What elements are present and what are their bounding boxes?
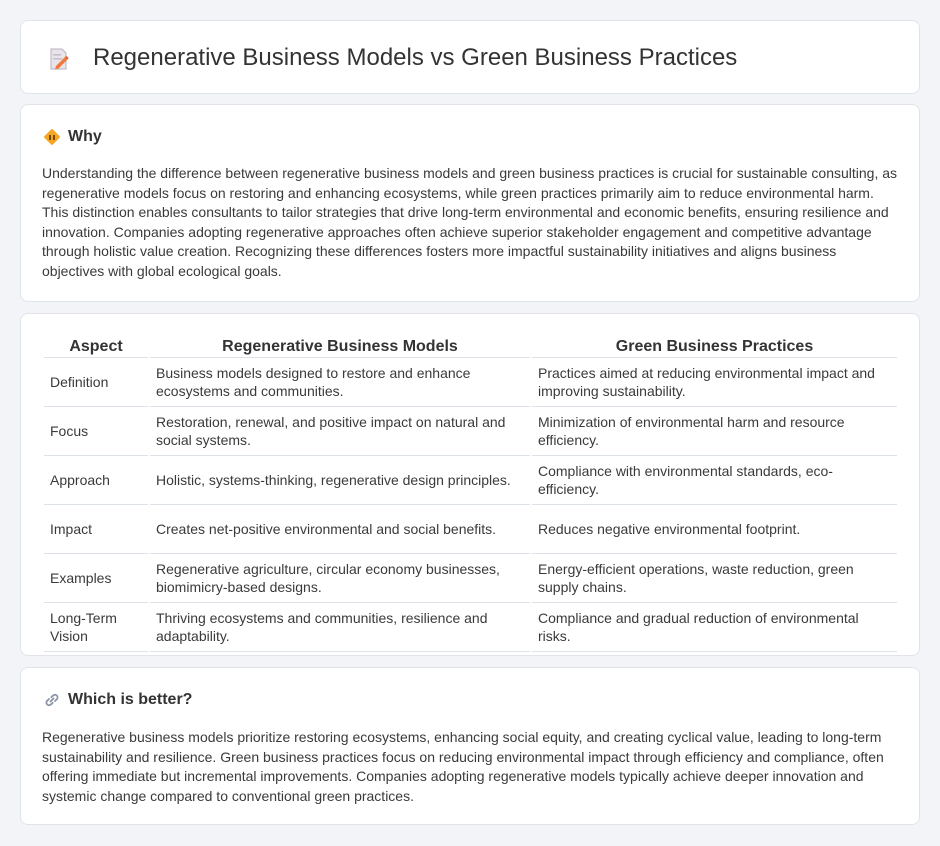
- table-row: Definition Business models designed to r…: [44, 358, 897, 407]
- table-row: Impact Creates net-positive environmenta…: [44, 505, 897, 554]
- cell-aspect: Impact: [44, 505, 148, 554]
- why-heading-row: Why: [43, 127, 102, 147]
- cell-regenerative: Business models designed to restore and …: [150, 358, 530, 407]
- cell-green: Reduces negative environmental footprint…: [532, 505, 897, 554]
- which-is-better-section: Which is better? Regenerative business m…: [20, 667, 920, 825]
- comparison-table: Aspect Regenerative Business Models Gree…: [42, 336, 899, 652]
- better-heading-row: Which is better?: [43, 690, 192, 710]
- cell-regenerative: Thriving ecosystems and communities, res…: [150, 603, 530, 652]
- table-row: Focus Restoration, renewal, and positive…: [44, 407, 897, 456]
- why-section: Why Understanding the difference between…: [20, 104, 920, 302]
- cell-regenerative: Regenerative agriculture, circular econo…: [150, 554, 530, 603]
- document-pencil-icon: [50, 48, 69, 70]
- header-green: Green Business Practices: [532, 336, 897, 358]
- cell-green: Practices aimed at reducing environmenta…: [532, 358, 897, 407]
- link-icon: [45, 693, 59, 707]
- better-heading: Which is better?: [68, 691, 193, 708]
- cell-aspect: Long-Term Vision: [44, 603, 148, 652]
- diamond-sign-icon: [44, 129, 60, 145]
- cell-aspect: Focus: [44, 407, 148, 456]
- cell-green: Minimization of environmental harm and r…: [532, 407, 897, 456]
- cell-aspect: Approach: [44, 456, 148, 505]
- cell-green: Energy-efficient operations, waste reduc…: [532, 554, 897, 603]
- cell-aspect: Examples: [44, 554, 148, 603]
- cell-regenerative: Holistic, systems-thinking, regenerative…: [150, 456, 530, 505]
- why-heading: Why: [68, 128, 102, 145]
- cell-green: Compliance with environmental standards,…: [532, 456, 897, 505]
- table-row: Examples Regenerative agriculture, circu…: [44, 554, 897, 603]
- title-card: Regenerative Business Models vs Green Bu…: [20, 20, 920, 94]
- better-body: Regenerative business models prioritize …: [42, 729, 884, 804]
- header-aspect: Aspect: [44, 336, 148, 358]
- header-regenerative: Regenerative Business Models: [150, 336, 530, 358]
- cell-regenerative: Creates net-positive environmental and s…: [150, 505, 530, 554]
- cell-aspect: Definition: [44, 358, 148, 407]
- cell-green: Compliance and gradual reduction of envi…: [532, 603, 897, 652]
- cell-regenerative: Restoration, renewal, and positive impac…: [150, 407, 530, 456]
- table-row: Approach Holistic, systems-thinking, reg…: [44, 456, 897, 505]
- page-title: Regenerative Business Models vs Green Bu…: [93, 44, 738, 71]
- table-row: Long-Term Vision Thriving ecosystems and…: [44, 603, 897, 652]
- comparison-section: Aspect Regenerative Business Models Gree…: [20, 313, 920, 656]
- why-body: Understanding the difference between reg…: [42, 165, 898, 279]
- table-header-row: Aspect Regenerative Business Models Gree…: [44, 336, 897, 358]
